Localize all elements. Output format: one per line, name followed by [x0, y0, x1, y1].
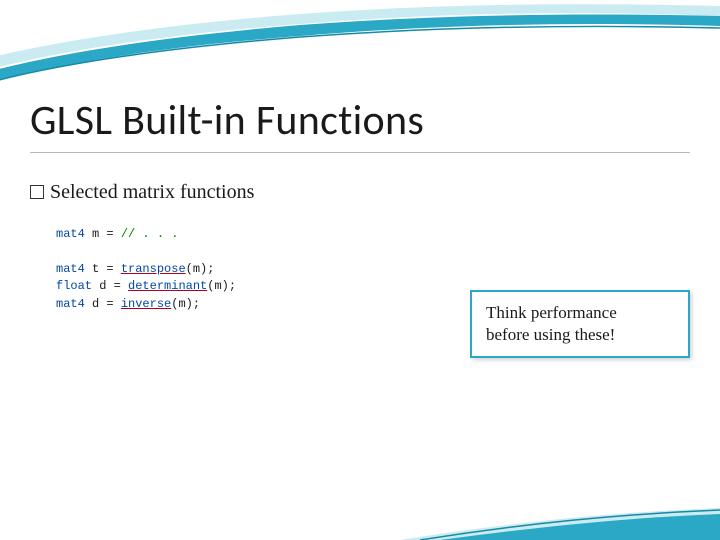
slide-subtitle: Selected matrix functions [30, 181, 690, 204]
code-function: transpose [121, 262, 186, 276]
callout-line-1: Think performance [486, 302, 674, 324]
code-function: inverse [121, 297, 171, 311]
code-keyword: float [56, 279, 92, 293]
code-text: (m); [171, 297, 200, 311]
code-comment: // . . . [121, 227, 179, 241]
code-text: m = [85, 227, 121, 241]
slide-title: GLSL Built-in Functions [30, 95, 690, 146]
square-bullet-icon [30, 185, 44, 199]
code-text: t = [85, 262, 121, 276]
code-text: d = [92, 279, 128, 293]
subtitle-text: Selected matrix functions [50, 181, 254, 203]
slide-content: GLSL Built-in Functions Selected matrix … [30, 95, 690, 313]
code-function: determinant [128, 279, 207, 293]
performance-callout: Think performance before using these! [470, 290, 690, 358]
code-text: d = [85, 297, 121, 311]
decorative-top-swoosh [0, 0, 720, 95]
code-keyword: mat4 [56, 297, 85, 311]
decorative-bottom-swoosh [0, 480, 720, 540]
code-text: (m); [207, 279, 236, 293]
title-underline [30, 152, 690, 153]
code-text: (m); [186, 262, 215, 276]
callout-line-2: before using these! [486, 324, 674, 346]
code-keyword: mat4 [56, 227, 85, 241]
code-keyword: mat4 [56, 262, 85, 276]
